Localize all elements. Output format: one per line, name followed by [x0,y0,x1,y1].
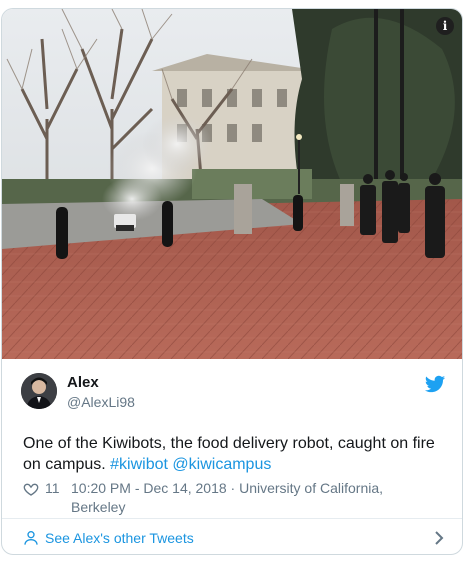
tweet-text: One of the Kiwibots, the food delivery r… [23,433,443,475]
see-other-tweets-link[interactable]: See Alex's other Tweets [2,519,462,554]
timestamp-location[interactable]: 10:20 PM - Dec 14, 2018 · University of … [71,479,441,517]
author-name[interactable]: Alex [67,374,99,391]
tweet-photo[interactable]: i [2,9,462,359]
chevron-right-icon[interactable] [434,531,444,545]
hashtag-link[interactable]: #kiwibot [110,456,168,473]
twitter-bird-icon[interactable] [424,373,446,395]
info-icon[interactable]: i [436,17,454,35]
heart-icon[interactable] [23,481,39,497]
person-icon [24,530,38,545]
avatar-photo [21,373,57,409]
author-handle[interactable]: @AlexLi98 [67,394,135,410]
campus-fire-photo [2,9,462,359]
see-other-tweets-label[interactable]: See Alex's other Tweets [45,530,194,546]
mention-link[interactable]: @kiwicampus [172,456,271,473]
embedded-tweet-card[interactable]: i Alex @AlexLi98 One of the Kiwibots, th… [1,8,463,555]
avatar[interactable] [21,373,57,409]
tweet-header: Alex @AlexLi98 [21,373,446,413]
like-count[interactable]: 11 [45,479,60,498]
